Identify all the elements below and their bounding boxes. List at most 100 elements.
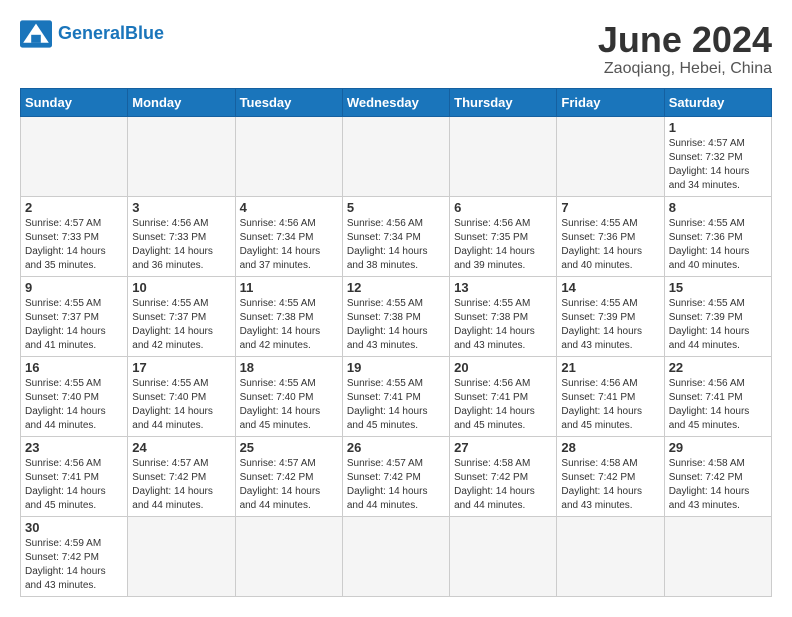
day-info: Sunrise: 4:55 AM Sunset: 7:39 PM Dayligh… bbox=[561, 297, 659, 353]
day-number: 27 bbox=[454, 440, 552, 455]
calendar-week-row: 30 Sunrise: 4:59 AM Sunset: 7:42 PM Dayli… bbox=[21, 516, 772, 596]
weekday-header-monday: Monday bbox=[128, 88, 235, 116]
calendar-cell bbox=[235, 516, 342, 596]
day-info: Sunrise: 4:55 AM Sunset: 7:37 PM Dayligh… bbox=[132, 297, 230, 353]
day-info: Sunrise: 4:57 AM Sunset: 7:32 PM Dayligh… bbox=[669, 137, 767, 193]
generalblue-logo-icon bbox=[20, 20, 52, 48]
day-info: Sunrise: 4:55 AM Sunset: 7:38 PM Dayligh… bbox=[240, 297, 338, 353]
day-info: Sunrise: 4:55 AM Sunset: 7:38 PM Dayligh… bbox=[347, 297, 445, 353]
day-number: 8 bbox=[669, 200, 767, 215]
calendar-cell: 23Sunrise: 4:56 AM Sunset: 7:41 PM Dayli… bbox=[21, 436, 128, 516]
day-number: 12 bbox=[347, 280, 445, 295]
calendar-cell: 28 Sunrise: 4:58 AM Sunset: 7:42 PM Dayli… bbox=[557, 436, 664, 516]
weekday-header-row: SundayMondayTuesdayWednesdayThursdayFrid… bbox=[21, 88, 772, 116]
day-number: 20 bbox=[454, 360, 552, 375]
calendar-cell bbox=[342, 516, 449, 596]
weekday-header-tuesday: Tuesday bbox=[235, 88, 342, 116]
day-number: 18 bbox=[240, 360, 338, 375]
day-info: Sunrise: 4:56 AM Sunset: 7:41 PM Dayligh… bbox=[669, 377, 767, 433]
calendar-cell bbox=[21, 116, 128, 196]
day-info: Sunrise: 4:57 AM Sunset: 7:42 PM Dayligh… bbox=[132, 457, 230, 513]
calendar-cell bbox=[342, 116, 449, 196]
calendar-cell: 14 Sunrise: 4:55 AM Sunset: 7:39 PM Dayli… bbox=[557, 276, 664, 356]
calendar-table: SundayMondayTuesdayWednesdayThursdayFrid… bbox=[20, 88, 772, 597]
calendar-cell: 2Sunrise: 4:57 AM Sunset: 7:33 PM Daylig… bbox=[21, 196, 128, 276]
logo-text: GeneralBlue bbox=[58, 24, 164, 44]
calendar-cell: 20 Sunrise: 4:56 AM Sunset: 7:41 PM Dayli… bbox=[450, 356, 557, 436]
day-info: Sunrise: 4:56 AM Sunset: 7:41 PM Dayligh… bbox=[561, 377, 659, 433]
day-number: 14 bbox=[561, 280, 659, 295]
day-number: 16 bbox=[25, 360, 123, 375]
location-subtitle: Zaoqiang, Hebei, China bbox=[598, 60, 772, 78]
day-info: Sunrise: 4:56 AM Sunset: 7:41 PM Dayligh… bbox=[25, 457, 123, 513]
calendar-cell bbox=[450, 116, 557, 196]
day-number: 5 bbox=[347, 200, 445, 215]
day-number: 26 bbox=[347, 440, 445, 455]
calendar-cell: 3Sunrise: 4:56 AM Sunset: 7:33 PM Daylig… bbox=[128, 196, 235, 276]
day-number: 22 bbox=[669, 360, 767, 375]
calendar-cell: 27Sunrise: 4:58 AM Sunset: 7:42 PM Dayli… bbox=[450, 436, 557, 516]
day-number: 1 bbox=[669, 120, 767, 135]
calendar-cell: 29 Sunrise: 4:58 AM Sunset: 7:42 PM Dayli… bbox=[664, 436, 771, 516]
day-number: 19 bbox=[347, 360, 445, 375]
weekday-header-friday: Friday bbox=[557, 88, 664, 116]
day-info: Sunrise: 4:58 AM Sunset: 7:42 PM Dayligh… bbox=[669, 457, 767, 513]
day-number: 21 bbox=[561, 360, 659, 375]
day-number: 10 bbox=[132, 280, 230, 295]
calendar-cell: 12 Sunrise: 4:55 AM Sunset: 7:38 PM Dayli… bbox=[342, 276, 449, 356]
day-number: 11 bbox=[240, 280, 338, 295]
day-number: 2 bbox=[25, 200, 123, 215]
day-info: Sunrise: 4:55 AM Sunset: 7:36 PM Dayligh… bbox=[561, 217, 659, 273]
calendar-cell: 4Sunrise: 4:56 AM Sunset: 7:34 PM Daylig… bbox=[235, 196, 342, 276]
day-number: 15 bbox=[669, 280, 767, 295]
day-number: 4 bbox=[240, 200, 338, 215]
day-number: 24 bbox=[132, 440, 230, 455]
calendar-cell: 22 Sunrise: 4:56 AM Sunset: 7:41 PM Dayli… bbox=[664, 356, 771, 436]
calendar-cell: 18 Sunrise: 4:55 AM Sunset: 7:40 PM Dayli… bbox=[235, 356, 342, 436]
calendar-cell: 13 Sunrise: 4:55 AM Sunset: 7:38 PM Dayli… bbox=[450, 276, 557, 356]
day-info: Sunrise: 4:55 AM Sunset: 7:40 PM Dayligh… bbox=[240, 377, 338, 433]
day-number: 30 bbox=[25, 520, 123, 535]
day-info: Sunrise: 4:55 AM Sunset: 7:40 PM Dayligh… bbox=[132, 377, 230, 433]
day-info: Sunrise: 4:55 AM Sunset: 7:40 PM Dayligh… bbox=[25, 377, 123, 433]
calendar-week-row: 2Sunrise: 4:57 AM Sunset: 7:33 PM Daylig… bbox=[21, 196, 772, 276]
day-number: 6 bbox=[454, 200, 552, 215]
day-info: Sunrise: 4:55 AM Sunset: 7:36 PM Dayligh… bbox=[669, 217, 767, 273]
day-number: 9 bbox=[25, 280, 123, 295]
logo-area: GeneralBlue bbox=[20, 20, 164, 48]
calendar-week-row: 16 Sunrise: 4:55 AM Sunset: 7:40 PM Dayli… bbox=[21, 356, 772, 436]
day-info: Sunrise: 4:57 AM Sunset: 7:42 PM Dayligh… bbox=[240, 457, 338, 513]
calendar-cell: 15Sunrise: 4:55 AM Sunset: 7:39 PM Dayli… bbox=[664, 276, 771, 356]
calendar-cell: 1 Sunrise: 4:57 AM Sunset: 7:32 PM Daylig… bbox=[664, 116, 771, 196]
title-area: June 2024 Zaoqiang, Hebei, China bbox=[598, 20, 772, 78]
day-info: Sunrise: 4:59 AM Sunset: 7:42 PM Dayligh… bbox=[25, 537, 123, 593]
calendar-cell: 5 Sunrise: 4:56 AM Sunset: 7:34 PM Daylig… bbox=[342, 196, 449, 276]
day-info: Sunrise: 4:55 AM Sunset: 7:41 PM Dayligh… bbox=[347, 377, 445, 433]
weekday-header-saturday: Saturday bbox=[664, 88, 771, 116]
weekday-header-sunday: Sunday bbox=[21, 88, 128, 116]
calendar-cell bbox=[128, 116, 235, 196]
weekday-header-thursday: Thursday bbox=[450, 88, 557, 116]
calendar-week-row: 23Sunrise: 4:56 AM Sunset: 7:41 PM Dayli… bbox=[21, 436, 772, 516]
calendar-cell: 6 Sunrise: 4:56 AM Sunset: 7:35 PM Daylig… bbox=[450, 196, 557, 276]
day-number: 28 bbox=[561, 440, 659, 455]
page-header: GeneralBlue June 2024 Zaoqiang, Hebei, C… bbox=[20, 20, 772, 78]
calendar-cell: 7Sunrise: 4:55 AM Sunset: 7:36 PM Daylig… bbox=[557, 196, 664, 276]
day-number: 13 bbox=[454, 280, 552, 295]
calendar-cell bbox=[235, 116, 342, 196]
day-info: Sunrise: 4:56 AM Sunset: 7:34 PM Dayligh… bbox=[347, 217, 445, 273]
day-info: Sunrise: 4:56 AM Sunset: 7:35 PM Dayligh… bbox=[454, 217, 552, 273]
calendar-cell: 8 Sunrise: 4:55 AM Sunset: 7:36 PM Daylig… bbox=[664, 196, 771, 276]
weekday-header-wednesday: Wednesday bbox=[342, 88, 449, 116]
calendar-cell: 19 Sunrise: 4:55 AM Sunset: 7:41 PM Dayli… bbox=[342, 356, 449, 436]
calendar-cell bbox=[557, 116, 664, 196]
calendar-cell: 30 Sunrise: 4:59 AM Sunset: 7:42 PM Dayli… bbox=[21, 516, 128, 596]
day-info: Sunrise: 4:55 AM Sunset: 7:37 PM Dayligh… bbox=[25, 297, 123, 353]
calendar-cell: 25Sunrise: 4:57 AM Sunset: 7:42 PM Dayli… bbox=[235, 436, 342, 516]
day-info: Sunrise: 4:58 AM Sunset: 7:42 PM Dayligh… bbox=[561, 457, 659, 513]
day-number: 29 bbox=[669, 440, 767, 455]
calendar-cell: 24 Sunrise: 4:57 AM Sunset: 7:42 PM Dayli… bbox=[128, 436, 235, 516]
calendar-week-row: 1 Sunrise: 4:57 AM Sunset: 7:32 PM Daylig… bbox=[21, 116, 772, 196]
day-info: Sunrise: 4:56 AM Sunset: 7:41 PM Dayligh… bbox=[454, 377, 552, 433]
day-info: Sunrise: 4:55 AM Sunset: 7:38 PM Dayligh… bbox=[454, 297, 552, 353]
